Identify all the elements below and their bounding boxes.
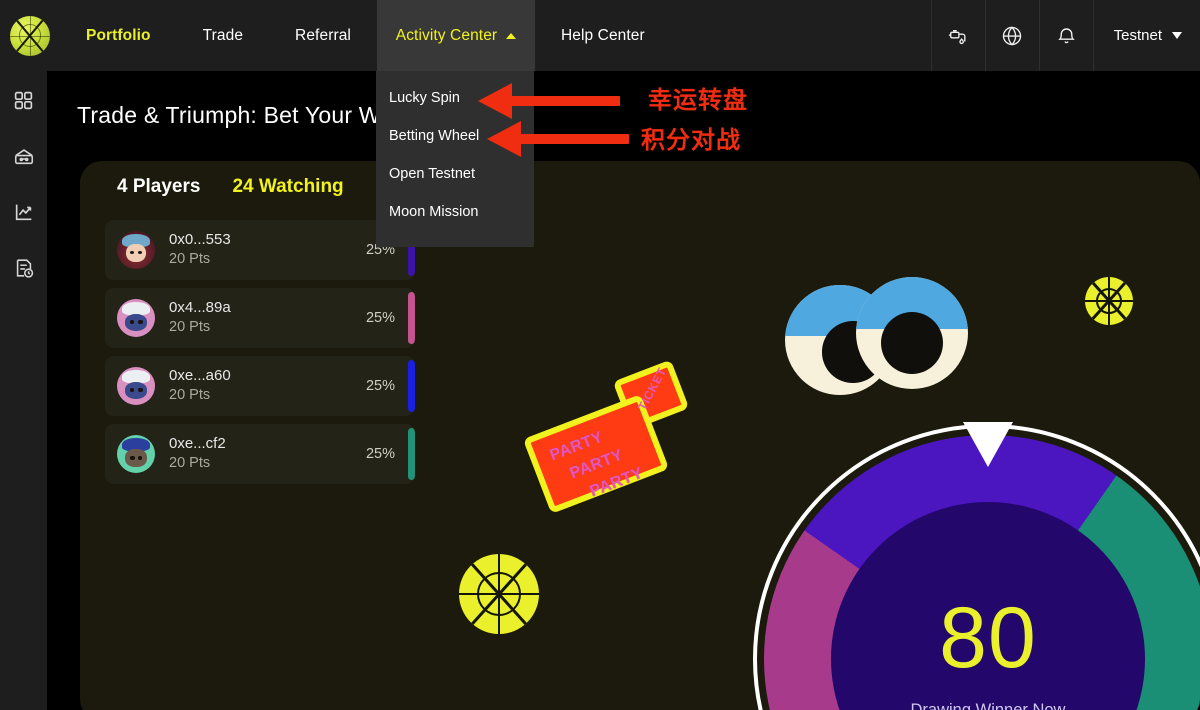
sidebar-item-history[interactable] bbox=[9, 253, 39, 283]
game-panel: TICKET PARTY PARTY PARTY 80 Drawing Winn… bbox=[80, 161, 1200, 710]
player-row[interactable]: 0x0...553 20 Pts 25% bbox=[105, 220, 415, 280]
dropdown-item-lucky-spin[interactable]: Lucky Spin bbox=[376, 79, 534, 117]
players-header: 4 Players 24 Watching bbox=[105, 176, 415, 220]
wheel-pointer-icon bbox=[963, 422, 1013, 467]
sidebar-item-dashboard[interactable] bbox=[9, 85, 39, 115]
globe-icon[interactable] bbox=[984, 0, 1039, 71]
player-row[interactable]: 0xe...a60 20 Pts 25% bbox=[105, 356, 415, 416]
app-root: Trade & Triumph: Bet Your Way TICKET PAR… bbox=[0, 0, 1200, 710]
bell-icon[interactable] bbox=[1038, 0, 1093, 71]
players-panel: 4 Players 24 Watching 0x0...553 20 Pts 2… bbox=[105, 176, 415, 492]
player-percent: 25% bbox=[365, 378, 395, 394]
chevron-down-icon bbox=[1172, 32, 1182, 39]
player-address: 0xe...cf2 bbox=[169, 435, 226, 453]
dropdown-item-betting-wheel-label: Betting Wheel bbox=[389, 128, 480, 144]
nav-tab-trade-label: Trade bbox=[202, 26, 244, 44]
dropdown-item-open-testnet[interactable]: Open Testnet bbox=[376, 155, 534, 193]
player-info: 0xe...a60 20 Pts bbox=[169, 367, 231, 405]
nav-tab-portfolio[interactable]: Portfolio bbox=[60, 0, 177, 71]
player-info: 0x0...553 20 Pts bbox=[169, 231, 231, 269]
left-sidebar bbox=[0, 71, 47, 710]
googly-eye-right-icon bbox=[856, 277, 968, 389]
player-points: 20 Pts bbox=[169, 386, 211, 403]
page-body: Trade & Triumph: Bet Your Way TICKET PAR… bbox=[47, 71, 1200, 710]
dropdown-item-moon-mission[interactable]: Moon Mission bbox=[376, 193, 534, 231]
brand-logo[interactable] bbox=[0, 0, 60, 71]
player-info: 0xe...cf2 20 Pts bbox=[169, 435, 226, 473]
wheel-status: Drawing Winner Now bbox=[911, 701, 1066, 710]
player-points: 20 Pts bbox=[169, 318, 211, 335]
network-label: Testnet bbox=[1113, 27, 1162, 44]
player-info: 0x4...89a 20 Pts bbox=[169, 299, 231, 337]
sidebar-item-analytics[interactable] bbox=[9, 197, 39, 227]
player-address: 0x0...553 bbox=[169, 231, 231, 249]
player-row[interactable]: 0xe...cf2 20 Pts 25% bbox=[105, 424, 415, 484]
nav-tab-activity-center-label: Activity Center bbox=[395, 26, 498, 44]
player-row[interactable]: 0x4...89a 20 Pts 25% bbox=[105, 288, 415, 348]
player-color-bar bbox=[408, 360, 415, 412]
nav-tab-trade[interactable]: Trade bbox=[177, 0, 269, 71]
nav-tab-activity-center[interactable]: Activity Center bbox=[376, 0, 535, 71]
top-navigation: Portfolio Trade Referral Activity Center… bbox=[0, 0, 1200, 71]
faucet-icon[interactable] bbox=[930, 0, 985, 71]
wheel-countdown: 80 bbox=[939, 589, 1037, 686]
player-percent: 25% bbox=[365, 310, 395, 326]
crosshair-ball-logo-icon bbox=[10, 15, 50, 56]
nav-tab-help-center[interactable]: Help Center bbox=[535, 0, 671, 71]
avatar bbox=[117, 299, 155, 337]
nav-tab-help-center-label: Help Center bbox=[560, 26, 645, 44]
player-address: 0xe...a60 bbox=[169, 367, 231, 385]
nav-tab-referral[interactable]: Referral bbox=[269, 0, 377, 71]
party-ticket-graphic: TICKET PARTY PARTY PARTY bbox=[522, 359, 690, 514]
nav-right-group: Testnet bbox=[930, 0, 1200, 71]
nav-tabs: Portfolio Trade Referral Activity Center… bbox=[60, 0, 671, 71]
dropdown-item-open-testnet-label: Open Testnet bbox=[389, 166, 475, 182]
betting-wheel[interactable]: 80 Drawing Winner Now bbox=[753, 422, 1200, 710]
dropdown-item-moon-mission-label: Moon Mission bbox=[389, 204, 479, 220]
player-color-bar bbox=[408, 292, 415, 344]
crosshair-ball-small-icon bbox=[1085, 277, 1133, 325]
sidebar-item-rewards[interactable] bbox=[9, 141, 39, 171]
player-color-bar bbox=[408, 428, 415, 480]
nav-tab-referral-label: Referral bbox=[295, 26, 351, 44]
nav-tab-portfolio-label: Portfolio bbox=[86, 26, 151, 44]
watching-count: 24 Watching bbox=[232, 176, 344, 197]
avatar bbox=[117, 367, 155, 405]
avatar bbox=[117, 231, 155, 269]
avatar bbox=[117, 435, 155, 473]
player-points: 20 Pts bbox=[169, 454, 211, 471]
player-percent: 25% bbox=[365, 446, 395, 462]
page-title: Trade & Triumph: Bet Your Way bbox=[77, 102, 405, 128]
player-points: 20 Pts bbox=[169, 250, 211, 267]
player-address: 0x4...89a bbox=[169, 299, 231, 317]
activity-center-dropdown: Lucky Spin Betting Wheel Open Testnet Mo… bbox=[376, 71, 534, 247]
chevron-up-icon bbox=[506, 32, 517, 39]
dropdown-item-lucky-spin-label: Lucky Spin bbox=[389, 90, 460, 106]
network-selector[interactable]: Testnet bbox=[1092, 0, 1200, 71]
players-count: 4 Players bbox=[117, 176, 201, 197]
dropdown-item-betting-wheel[interactable]: Betting Wheel bbox=[376, 117, 534, 155]
crosshair-ball-large-icon bbox=[459, 554, 539, 634]
